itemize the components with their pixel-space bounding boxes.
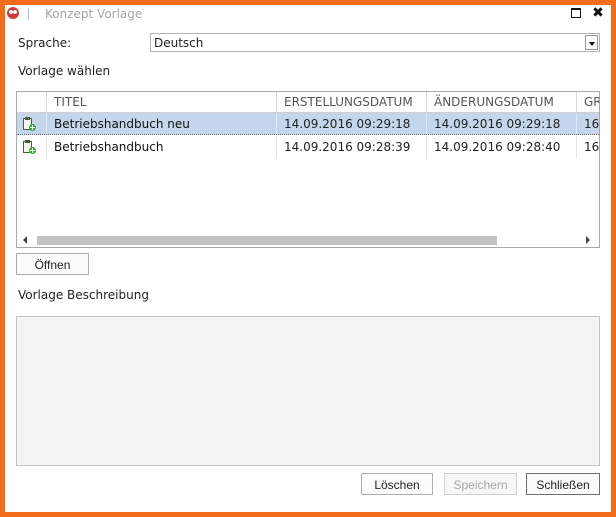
table-header: TITEL ERSTELLUNGSDATUM ÄNDERUNGSDATUM GR (17, 92, 599, 113)
dialog-window: Konzept Vorlage ✖ Sprache: Deutsch Vorla… (0, 0, 616, 517)
delete-button[interactable]: Löschen (361, 473, 433, 495)
row-size: 16,8 (576, 113, 599, 135)
template-section-label: Vorlage wählen (18, 64, 111, 78)
row-modified: 14.09.2016 09:29:18 (426, 113, 576, 135)
language-select[interactable]: Deutsch (150, 33, 600, 52)
scrollbar-thumb[interactable] (37, 236, 497, 245)
row-icon-cell (17, 136, 46, 158)
row-size: 16,8 (576, 136, 599, 158)
focus-outline (17, 134, 599, 135)
row-modified: 14.09.2016 09:28:40 (426, 136, 576, 158)
row-created: 14.09.2016 09:28:39 (276, 136, 426, 158)
window-title: Konzept Vorlage (45, 7, 143, 21)
document-add-icon (23, 140, 36, 154)
language-select-value: Deutsch (154, 36, 204, 50)
app-logo-icon (7, 7, 19, 19)
chevron-down-icon[interactable] (585, 35, 598, 50)
close-window-button[interactable]: ✖ (590, 6, 606, 20)
column-header-created[interactable]: ERSTELLUNGSDATUM (276, 92, 426, 112)
open-button[interactable]: Öffnen (16, 253, 89, 275)
column-header-modified[interactable]: ÄNDERUNGSDATUM (426, 92, 576, 112)
language-label: Sprache: (18, 36, 72, 50)
row-title: Betriebshandbuch neu (46, 113, 276, 135)
column-header-title[interactable]: TITEL (46, 92, 276, 112)
scroll-right-icon[interactable] (583, 235, 593, 245)
save-button[interactable]: Speichern (444, 473, 517, 495)
description-label: Vorlage Beschreibung (18, 288, 149, 302)
scroll-left-icon[interactable] (21, 235, 31, 245)
title-separator (28, 8, 29, 20)
document-add-icon (23, 117, 36, 131)
template-table: TITEL ERSTELLUNGSDATUM ÄNDERUNGSDATUM GR… (16, 91, 600, 248)
row-created: 14.09.2016 09:29:18 (276, 113, 426, 135)
title-bar: Konzept Vorlage ✖ (5, 5, 611, 25)
description-textarea[interactable] (16, 316, 600, 466)
close-button[interactable]: Schließen (526, 473, 600, 495)
column-header-size[interactable]: GR (576, 92, 599, 112)
row-icon-cell (17, 113, 46, 135)
maximize-button[interactable] (568, 6, 584, 20)
horizontal-scrollbar[interactable] (17, 233, 599, 247)
table-row[interactable]: Betriebshandbuch 14.09.2016 09:28:39 14.… (17, 136, 599, 158)
column-header-icon[interactable] (17, 92, 46, 112)
table-row[interactable]: Betriebshandbuch neu 14.09.2016 09:29:18… (17, 113, 599, 135)
row-title: Betriebshandbuch (46, 136, 276, 158)
